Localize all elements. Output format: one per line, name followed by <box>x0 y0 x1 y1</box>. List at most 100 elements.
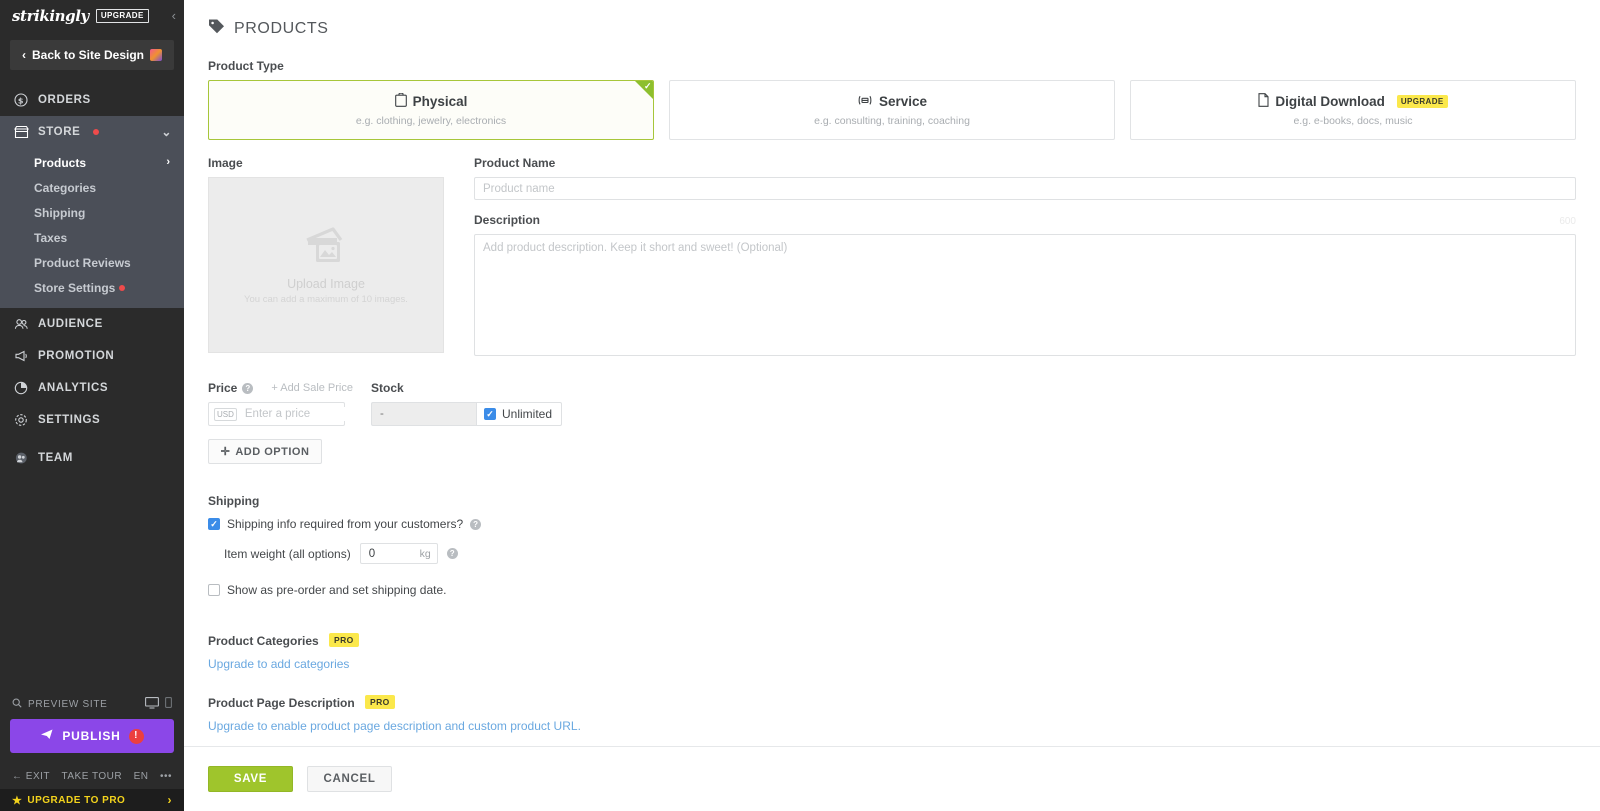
product-page-description-section: Product Page Description PRO Upgrade to … <box>208 695 1576 733</box>
unlimited-checkbox[interactable] <box>484 408 496 420</box>
take-tour-button[interactable]: TAKE TOUR <box>61 771 122 782</box>
plus-icon: ✛ <box>220 446 231 458</box>
add-sale-price-link[interactable]: + Add Sale Price <box>271 382 353 394</box>
preorder-row[interactable]: Show as pre-order and set shipping date. <box>208 583 1576 597</box>
product-name-input[interactable] <box>474 177 1576 200</box>
item-weight-unit: kg <box>419 547 431 560</box>
publish-rocket-icon <box>40 728 54 744</box>
upload-image-subtitle: You can add a maximum of 10 images. <box>244 293 408 305</box>
shipping-section: Shipping Shipping info required from you… <box>208 494 1576 597</box>
price-input-wrapper[interactable]: USD <box>208 402 401 426</box>
chevron-right-icon: › <box>166 156 170 168</box>
exit-button[interactable]: ← EXIT <box>12 771 50 782</box>
sidebar-item-audience[interactable]: AUDIENCE <box>0 308 184 340</box>
star-icon: ★ <box>12 794 23 807</box>
upgrade-add-categories-link[interactable]: Upgrade to add categories <box>208 657 1576 671</box>
product-type-digital-title: Digital Download UPGRADE <box>1258 93 1448 110</box>
more-options-icon[interactable]: ••• <box>160 771 172 782</box>
shipping-required-label: Shipping info required from your custome… <box>227 517 464 531</box>
site-thumbnail-icon <box>150 49 163 61</box>
upgrade-chip[interactable]: UPGRADE <box>95 9 149 23</box>
price-stock-row: Price ? + Add Sale Price USD Stock <box>208 381 1576 426</box>
mobile-preview-icon[interactable] <box>165 697 172 711</box>
team-icon <box>13 450 29 466</box>
sidebar-item-store-settings[interactable]: Store Settings <box>0 275 184 300</box>
language-button[interactable]: EN <box>134 771 149 782</box>
product-type-service-sub: e.g. consulting, training, coaching <box>814 114 970 127</box>
sidebar-item-team[interactable]: TEAM <box>0 442 184 474</box>
product-categories-title-row: Product Categories PRO <box>208 633 1576 648</box>
desktop-preview-icon[interactable] <box>145 696 159 712</box>
save-button[interactable]: SAVE <box>208 766 293 792</box>
item-weight-help-icon[interactable]: ? <box>446 548 458 559</box>
unlimited-stock-toggle[interactable]: Unlimited <box>476 402 563 426</box>
description-header: Description 600 <box>474 213 1576 227</box>
sidebar-item-orders[interactable]: $ ORDERS <box>0 84 184 116</box>
price-label: Price <box>208 381 238 395</box>
chevron-left-icon[interactable]: ‹ <box>172 9 176 22</box>
sidebar-item-taxes[interactable]: Taxes <box>0 225 184 250</box>
sidebar: strikingly UPGRADE ‹ ‹ Back to Site Desi… <box>0 0 184 811</box>
product-type-physical[interactable]: Physical e.g. clothing, jewelry, electro… <box>208 80 654 140</box>
product-categories-section: Product Categories PRO Upgrade to add ca… <box>208 633 1576 671</box>
shipping-required-checkbox[interactable] <box>208 518 220 530</box>
pro-badge[interactable]: PRO <box>365 695 395 709</box>
sidebar-item-label: STORE <box>38 126 81 138</box>
audience-icon <box>13 316 29 332</box>
tag-icon <box>208 18 225 39</box>
preview-site-row[interactable]: PREVIEW SITE <box>0 691 184 717</box>
price-help-icon[interactable]: ? <box>242 382 254 394</box>
upload-image-title: Upload Image <box>287 276 365 291</box>
pro-badge[interactable]: PRO <box>329 633 359 647</box>
chevron-down-icon[interactable]: ⌄ <box>161 126 172 138</box>
sidebar-item-product-reviews[interactable]: Product Reviews <box>0 250 184 275</box>
upgrade-product-page-description-link[interactable]: Upgrade to enable product page descripti… <box>208 719 1576 733</box>
add-option-button[interactable]: ✛ ADD OPTION <box>208 439 322 464</box>
preorder-checkbox[interactable] <box>208 584 220 596</box>
product-type-service-name: Service <box>878 94 928 109</box>
strikingly-logo: strikingly <box>12 7 89 25</box>
details-column: Product Name Description 600 <box>474 156 1576 359</box>
item-weight-input-wrapper[interactable]: kg <box>359 543 438 564</box>
sidebar-item-store[interactable]: STORE ⌄ <box>0 116 184 148</box>
stock-input[interactable] <box>371 402 476 426</box>
subnav-label: Taxes <box>34 230 68 245</box>
image-label: Image <box>208 156 243 170</box>
chevron-right-icon: › <box>167 793 172 807</box>
description-textarea[interactable] <box>474 234 1576 356</box>
shipping-title: Shipping <box>208 494 260 508</box>
image-upload-dropzone[interactable]: Upload Image You can add a maximum of 10… <box>208 177 444 353</box>
product-type-service-title: Service <box>857 94 927 110</box>
product-type-digital-name: Digital Download <box>1275 94 1385 109</box>
sidebar-item-categories[interactable]: Categories <box>0 175 184 200</box>
cancel-button[interactable]: CANCEL <box>307 766 392 792</box>
sidebar-item-label: PROMOTION <box>38 350 115 362</box>
unlimited-label: Unlimited <box>502 407 553 421</box>
upgrade-to-pro-button[interactable]: ★ UPGRADE TO PRO › <box>0 789 184 811</box>
file-icon <box>1258 93 1269 110</box>
search-icon <box>12 698 22 711</box>
page-title: PRODUCTS <box>208 18 1576 39</box>
item-weight-input[interactable] <box>366 546 413 561</box>
publish-button[interactable]: PUBLISH ! <box>10 719 174 753</box>
sidebar-item-promotion[interactable]: PROMOTION <box>0 340 184 372</box>
check-icon: ✓ <box>643 81 652 91</box>
stock-label-row: Stock <box>371 381 562 395</box>
sidebar-item-analytics[interactable]: ANALYTICS <box>0 372 184 404</box>
sidebar-item-shipping[interactable]: Shipping <box>0 200 184 225</box>
main-content: PRODUCTS Product Type Physical e.g. clot… <box>184 0 1600 811</box>
shipping-required-help-icon[interactable]: ? <box>470 518 482 530</box>
sidebar-item-products[interactable]: Products › <box>0 150 184 175</box>
gear-icon <box>13 412 29 428</box>
image-column: Image Upload Image You can add a maximum… <box>208 156 444 359</box>
sidebar-item-settings[interactable]: SETTINGS <box>0 404 184 436</box>
shipping-required-row[interactable]: Shipping info required from your custome… <box>208 517 1576 531</box>
product-type-service[interactable]: Service e.g. consulting, training, coach… <box>669 80 1115 140</box>
back-to-site-design-button[interactable]: ‹ Back to Site Design <box>10 40 174 70</box>
upgrade-badge[interactable]: UPGRADE <box>1396 95 1448 108</box>
publish-label: PUBLISH <box>62 729 121 743</box>
sidebar-nav: $ ORDERS STORE ⌄ Products › Categories S… <box>0 84 184 474</box>
product-type-digital-download[interactable]: Digital Download UPGRADE e.g. e-books, d… <box>1130 80 1576 140</box>
image-placeholder-icon <box>299 226 353 271</box>
